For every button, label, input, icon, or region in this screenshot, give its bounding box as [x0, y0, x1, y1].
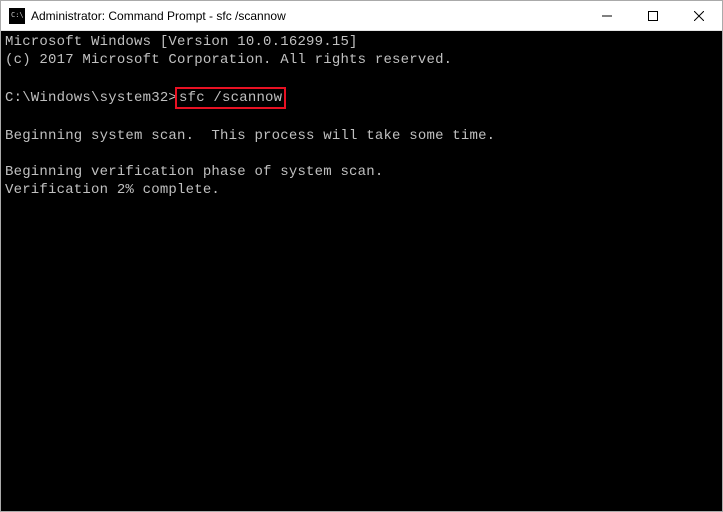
- cmd-icon: [9, 8, 25, 24]
- window-controls: [584, 1, 722, 30]
- titlebar[interactable]: Administrator: Command Prompt - sfc /sca…: [1, 1, 722, 31]
- close-button[interactable]: [676, 1, 722, 31]
- minimize-button[interactable]: [584, 1, 630, 31]
- maximize-button[interactable]: [630, 1, 676, 31]
- terminal-line: (c) 2017 Microsoft Corporation. All righ…: [5, 52, 452, 68]
- command-highlight: sfc /scannow: [175, 87, 286, 109]
- terminal-area[interactable]: Microsoft Windows [Version 10.0.16299.15…: [1, 31, 722, 511]
- terminal-line: Beginning verification phase of system s…: [5, 164, 383, 180]
- close-icon: [694, 11, 704, 21]
- minimize-icon: [602, 11, 612, 21]
- maximize-icon: [648, 11, 658, 21]
- prompt-prefix: C:\Windows\system32>: [5, 90, 177, 106]
- terminal-line: Microsoft Windows [Version 10.0.16299.15…: [5, 34, 358, 50]
- terminal-line: Beginning system scan. This process will…: [5, 128, 495, 144]
- window-title: Administrator: Command Prompt - sfc /sca…: [31, 9, 584, 23]
- terminal-line: Verification 2% complete.: [5, 182, 220, 198]
